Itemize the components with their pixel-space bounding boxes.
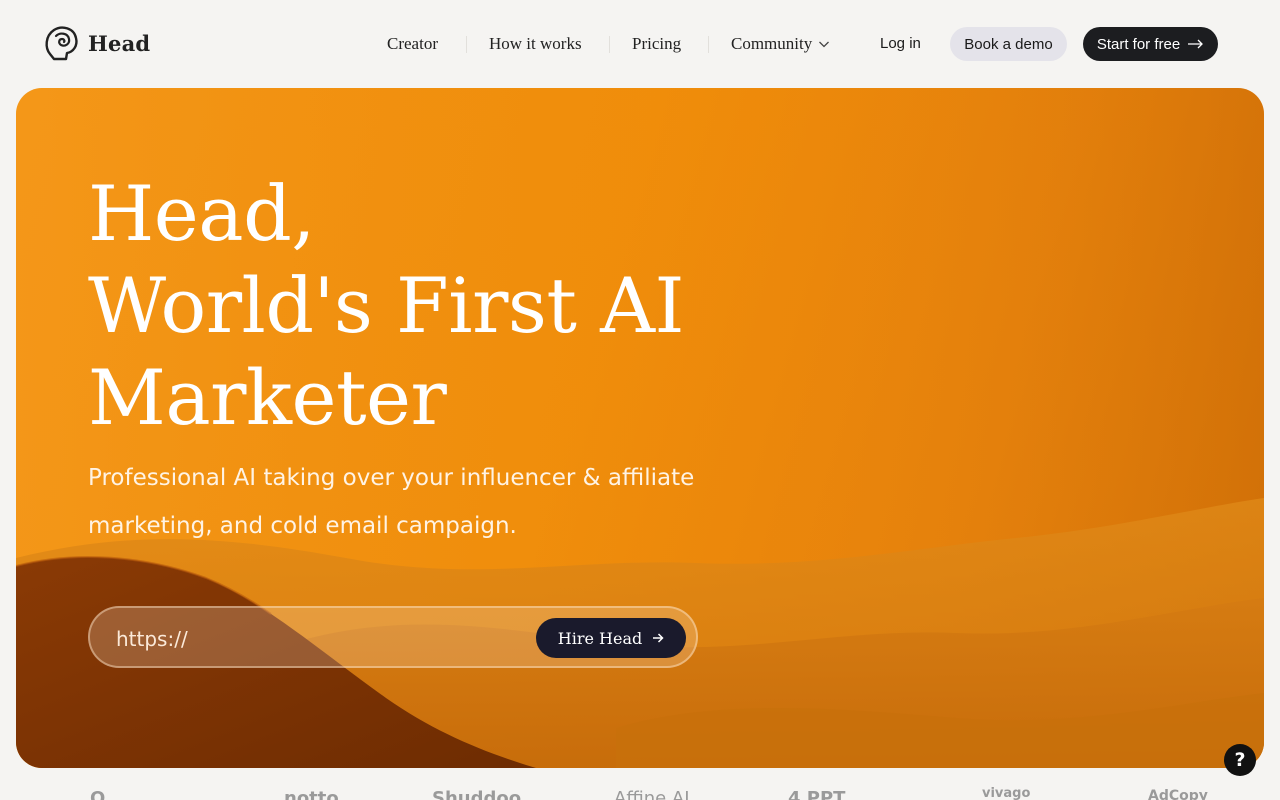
nav-divider — [708, 36, 709, 53]
partner-logo: AdCopy — [1148, 788, 1208, 800]
website-url-input[interactable] — [114, 622, 508, 656]
partner-logo: Shuddoo — [432, 788, 522, 800]
hire-head-label: Hire Head — [557, 628, 643, 648]
brand-logo[interactable]: Head — [42, 24, 150, 62]
nav-item-how-it-works[interactable]: How it works — [489, 28, 582, 60]
partner-logo: vivago — [982, 786, 1031, 800]
partner-logo-strip: Q notto Shuddoo Affine AI 4 PPT vivago A… — [0, 784, 1280, 800]
nav-item-community-label: Community — [731, 34, 813, 53]
top-navigation: Head Creator How it works Pricing Commun… — [0, 0, 1280, 88]
login-link[interactable]: Log in — [880, 28, 921, 60]
chevron-down-icon — [819, 41, 830, 48]
partner-logo: Affine AI — [614, 788, 690, 800]
partner-logo: Q — [90, 788, 106, 800]
start-free-button[interactable]: Start for free — [1083, 27, 1218, 61]
nav-item-creator[interactable]: Creator — [387, 28, 438, 60]
nav-item-community[interactable]: Community — [731, 28, 830, 60]
partner-logo: notto — [284, 788, 339, 800]
partner-logo: 4 PPT — [788, 788, 846, 800]
url-form: Hire Head — [88, 606, 698, 668]
hero-subtitle: Professional AI taking over your influen… — [88, 465, 695, 539]
brand-name: Head — [88, 30, 151, 56]
hero-section: Head, World's First AI Marketer Professi… — [16, 88, 1264, 768]
hero-title-line-1: Head, — [88, 169, 315, 258]
nav-item-pricing[interactable]: Pricing — [632, 28, 681, 60]
nav-divider — [466, 36, 467, 53]
hero-title-line-3: Marketer — [88, 353, 447, 442]
arrow-right-icon — [1188, 39, 1204, 49]
hire-head-button[interactable]: Hire Head — [536, 618, 686, 658]
hero-title-line-2: World's First AI — [88, 261, 685, 350]
hero-title: Head, World's First AI Marketer — [88, 168, 685, 444]
head-logo-icon — [45, 26, 78, 61]
help-button[interactable]: ? — [1224, 744, 1256, 776]
start-free-label: Start for free — [1096, 35, 1181, 53]
arrow-right-icon — [653, 633, 664, 643]
nav-divider — [609, 36, 610, 53]
book-demo-button[interactable]: Book a demo — [950, 27, 1067, 61]
